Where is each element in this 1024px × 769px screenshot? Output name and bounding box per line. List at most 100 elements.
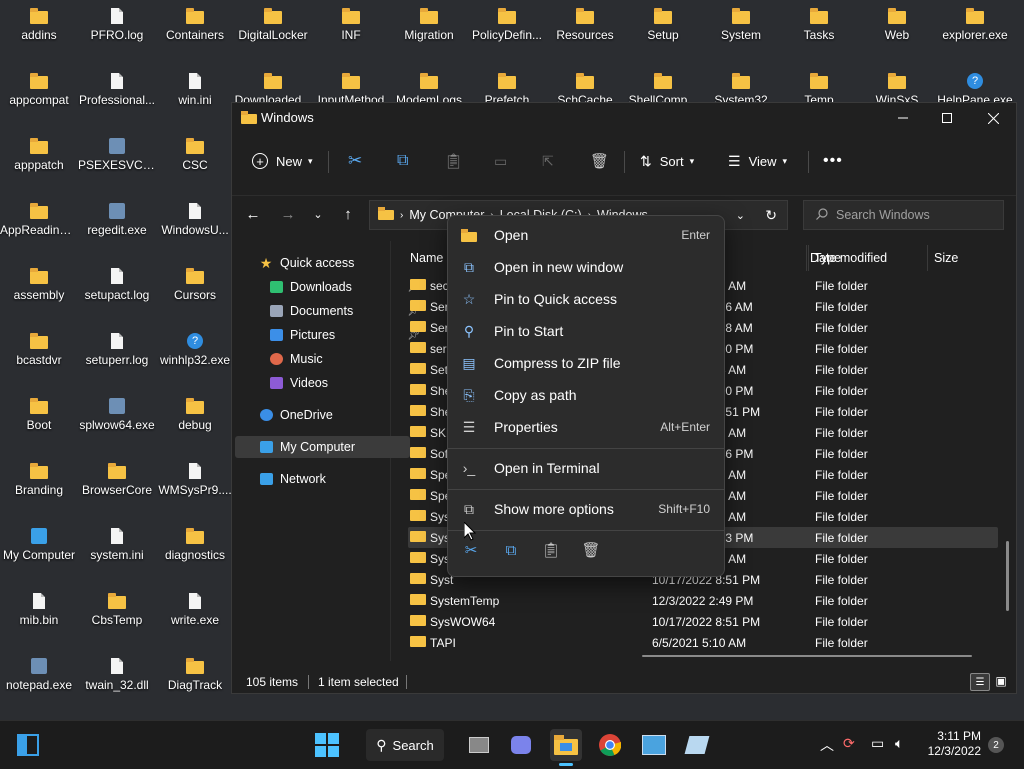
volume-icon[interactable]: 🔈︎ [895, 735, 903, 752]
desktop-icon[interactable]: bcastdvr [0, 327, 78, 389]
update-status-icon[interactable]: ⟳ [843, 735, 855, 752]
desktop-icon[interactable]: setupact.log [78, 262, 156, 324]
desktop-icon[interactable]: diagnostics [156, 522, 234, 584]
desktop-icon[interactable]: CSC [156, 132, 234, 194]
paste-action-button[interactable]: 📋︎ [540, 538, 562, 562]
chat-button[interactable] [505, 729, 537, 761]
show-hidden-icons-chevron-icon[interactable]: ︿ [820, 735, 834, 755]
delete-action-button[interactable]: 🗑︎ [580, 538, 602, 562]
minimize-button[interactable] [880, 103, 926, 133]
desktop-icon[interactable]: Web [858, 2, 936, 64]
copy-action-button[interactable]: ⧉ [500, 538, 522, 562]
delete-button[interactable]: 🗑︎ [590, 149, 609, 173]
desktop-icon[interactable]: PSEXESVC.exe [78, 132, 156, 194]
sort-button[interactable]: ⇅ Sort ▾ [640, 149, 694, 173]
desktop-icon[interactable]: My Computer [0, 522, 78, 584]
desktop-icon[interactable]: Migration [390, 2, 468, 64]
file-row[interactable]: SysWOW64 10/17/2022 8:51 PM File folder [408, 611, 998, 632]
desktop-icon[interactable]: system.ini [78, 522, 156, 584]
column-header-type[interactable]: Type [814, 245, 841, 271]
refresh-icon[interactable]: ↻ [765, 207, 777, 224]
context-menu-item[interactable]: ⧉ Open in new window [452, 252, 718, 282]
control-panel-button[interactable] [638, 729, 670, 761]
vertical-scrollbar[interactable] [1006, 541, 1009, 611]
desktop-icon[interactable]: win.ini [156, 67, 234, 129]
file-row[interactable]: TAPI 6/5/2021 5:10 AM File folder [408, 632, 998, 653]
copy-button[interactable]: ⧉ [397, 149, 408, 173]
chevron-down-icon[interactable]: ⌄ [736, 209, 745, 222]
context-menu-item[interactable]: ⚲ Pin to Start [452, 316, 718, 346]
task-view-button[interactable] [463, 729, 495, 761]
notification-badge[interactable]: 2 [988, 737, 1004, 753]
column-header-size[interactable]: Size [934, 245, 958, 271]
nav-item[interactable]: Network [232, 468, 414, 490]
see-more-button[interactable]: ••• [823, 149, 843, 173]
desktop-icon[interactable]: ? winhlp32.exe [156, 327, 234, 389]
desktop-icon[interactable]: splwow64.exe [78, 392, 156, 454]
chrome-button[interactable] [594, 729, 626, 761]
desktop-icon[interactable]: Tasks [780, 2, 858, 64]
desktop-icon[interactable]: INF [312, 2, 390, 64]
context-menu-item[interactable]: ☆ Pin to Quick access [452, 284, 718, 314]
desktop-icon[interactable]: explorer.exe [936, 2, 1014, 64]
new-button[interactable]: + New ▾ [252, 149, 313, 173]
rename-button[interactable]: ▭ [494, 149, 507, 173]
close-button[interactable] [970, 103, 1016, 133]
nav-item[interactable]: OneDrive [232, 404, 414, 426]
tiles-view-button[interactable]: ▣ [993, 673, 1009, 689]
desktop-icon[interactable]: debug [156, 392, 234, 454]
desktop-icon[interactable]: Professional... [78, 67, 156, 129]
title-bar[interactable]: Windows [232, 103, 1016, 133]
back-button[interactable]: ← [240, 196, 266, 232]
desktop-icon[interactable]: setuperr.log [78, 327, 156, 389]
desktop-icon[interactable]: PolicyDefin... [468, 2, 546, 64]
desktop-icon[interactable]: mib.bin [0, 587, 78, 649]
desktop-icon[interactable]: Containers [156, 2, 234, 64]
context-menu-item[interactable]: ☰ Properties Alt+Enter [452, 412, 718, 442]
desktop-icon[interactable]: CbsTemp [78, 587, 156, 649]
desktop-icon[interactable]: twain_32.dll [78, 652, 156, 714]
desktop-icon[interactable]: AppReadiness [0, 197, 78, 259]
desktop-icon[interactable]: DiagTrack [156, 652, 234, 714]
desktop-icon[interactable]: DigitalLocker [234, 2, 312, 64]
desktop-icon[interactable]: write.exe [156, 587, 234, 649]
desktop-icon[interactable]: System [702, 2, 780, 64]
context-menu-item[interactable]: Open Enter [452, 220, 718, 250]
desktop-icon[interactable]: Branding [0, 457, 78, 519]
desktop-icon[interactable]: addins [0, 2, 78, 64]
clock[interactable]: 3:11 PM 12/3/2022 [925, 729, 981, 759]
details-view-button[interactable]: ☰ [970, 673, 990, 691]
column-header-name[interactable]: Name [410, 245, 443, 271]
notes-app-button[interactable] [681, 729, 713, 761]
desktop-icon[interactable]: Boot [0, 392, 78, 454]
context-menu-item[interactable]: ›_ Open in Terminal [452, 453, 718, 483]
nav-item[interactable]: ★ Quick access [232, 252, 414, 274]
desktop-icon[interactable]: WMSysPr9.... [156, 457, 234, 519]
view-button[interactable]: ☰ View ▾ [728, 149, 787, 173]
desktop-icon[interactable]: assembly [0, 262, 78, 324]
desktop-icon[interactable]: regedit.exe [78, 197, 156, 259]
desktop-icon[interactable]: Cursors [156, 262, 234, 324]
up-button[interactable]: ↑ [335, 196, 361, 232]
desktop-app-button[interactable] [12, 729, 44, 761]
horizontal-scrollbar[interactable] [642, 655, 972, 657]
network-status-icon[interactable]: ▭ [871, 735, 884, 752]
taskbar-search-button[interactable]: ⚲ Search [366, 729, 444, 761]
desktop-icon[interactable]: WindowsU... [156, 197, 234, 259]
context-menu-item[interactable]: ▤ Compress to ZIP file [452, 348, 718, 378]
file-row[interactable]: SystemTemp 12/3/2022 2:49 PM File folder [408, 590, 998, 611]
context-menu-item[interactable]: ⧉ Show more options Shift+F10 [452, 494, 718, 524]
desktop-icon[interactable]: PFRO.log [78, 2, 156, 64]
cut-button[interactable]: ✂ [348, 149, 362, 173]
desktop-icon[interactable]: Resources [546, 2, 624, 64]
share-button[interactable]: ⇱ [542, 149, 554, 173]
search-box[interactable]: Search Windows [803, 200, 1004, 230]
forward-button[interactable]: → [275, 196, 301, 232]
paste-button[interactable]: 📋︎ [444, 149, 463, 173]
file-explorer-taskbar-button[interactable] [550, 729, 582, 766]
maximize-button[interactable] [924, 103, 970, 133]
nav-item[interactable]: My Computer [235, 436, 410, 458]
start-button[interactable] [311, 729, 343, 761]
desktop-icon[interactable]: apppatch [0, 132, 78, 194]
context-menu-item[interactable]: ⎘ Copy as path [452, 380, 718, 410]
